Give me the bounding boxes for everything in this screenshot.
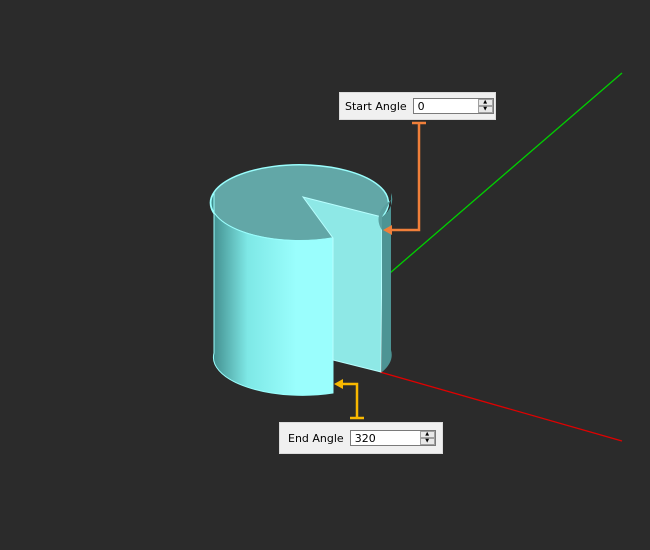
end-angle-spinner[interactable]: ▲ ▼ bbox=[349, 430, 436, 446]
end-angle-input[interactable] bbox=[350, 431, 420, 445]
spin-down-icon[interactable]: ▼ bbox=[419, 438, 435, 445]
spin-down-icon[interactable]: ▼ bbox=[477, 106, 493, 113]
cylinder-wedge[interactable] bbox=[209, 164, 393, 396]
viewport-3d[interactable] bbox=[0, 0, 650, 550]
spin-up-icon[interactable]: ▲ bbox=[477, 99, 493, 106]
end-angle-panel: End Angle ▲ ▼ bbox=[279, 422, 443, 454]
start-angle-label: Start Angle bbox=[345, 99, 407, 113]
start-angle-input[interactable] bbox=[413, 99, 478, 113]
start-angle-panel: Start Angle ▲ ▼ bbox=[339, 92, 496, 120]
end-angle-label: End Angle bbox=[288, 431, 344, 445]
spin-up-icon[interactable]: ▲ bbox=[419, 431, 435, 438]
start-angle-spinner[interactable]: ▲ ▼ bbox=[412, 98, 494, 114]
end-angle-marker bbox=[334, 379, 364, 420]
